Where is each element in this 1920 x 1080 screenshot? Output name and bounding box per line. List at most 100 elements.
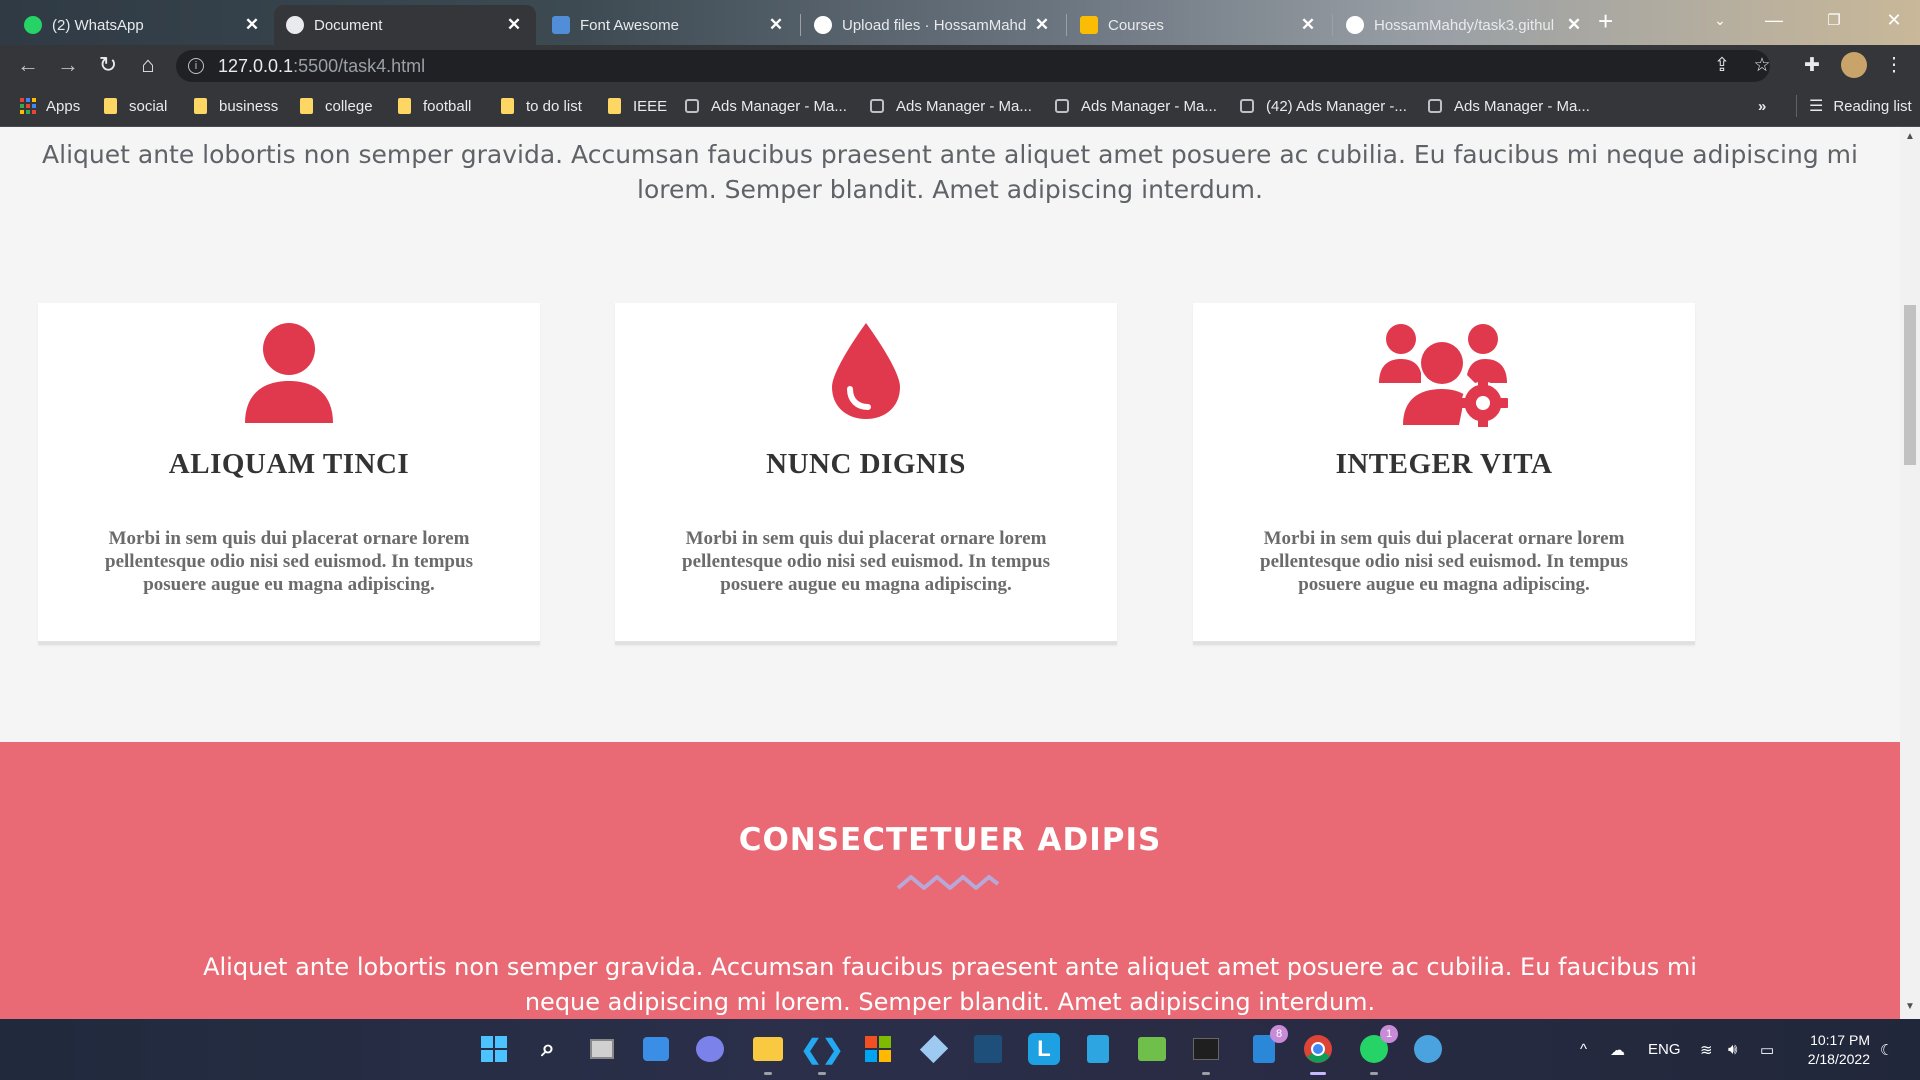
share-icon[interactable]: ⇪ (1702, 45, 1742, 85)
page-scrollbar[interactable]: ▲ ▼ (1900, 127, 1920, 1019)
sql-tool-icon[interactable] (972, 1033, 1004, 1065)
battery-icon[interactable]: ▭ (1760, 1019, 1774, 1080)
teams-chat-icon[interactable] (694, 1033, 726, 1065)
bookmark-apps[interactable]: Apps (20, 95, 80, 117)
github-icon (814, 16, 832, 34)
tab-whatsapp[interactable]: (2) WhatsApp ✕ (12, 5, 274, 45)
notepad-icon[interactable] (1082, 1033, 1114, 1065)
bookmark-label: Ads Manager - Ma... (711, 97, 847, 115)
control-panel-icon[interactable] (1412, 1033, 1444, 1065)
chrome-icon[interactable] (1302, 1033, 1334, 1075)
forward-icon[interactable]: → (48, 45, 88, 85)
3d-box-icon[interactable] (918, 1033, 950, 1065)
close-window-icon[interactable]: ✕ (1864, 0, 1920, 40)
scroll-down-icon[interactable]: ▼ (1900, 1001, 1920, 1017)
bookmark-label: football (423, 97, 472, 115)
clock[interactable]: 10:17 PM 2/18/2022 (1808, 1031, 1870, 1069)
bookmark-ads-manager-5[interactable]: Ads Manager - Ma... (1428, 95, 1590, 117)
volume-icon[interactable]: 🔊︎ (1728, 1019, 1737, 1080)
windows-taskbar: ⌕ ❮❯ L 8 1 ^ ☁ ENG ≋ 🔊︎ ▭ 10:17 PM 2/18/… (0, 1019, 1920, 1080)
restore-icon[interactable]: ❐ (1804, 0, 1864, 40)
scroll-up-icon[interactable]: ▲ (1900, 131, 1920, 147)
bookmark-ads-manager-1[interactable]: Ads Manager - Ma... (685, 95, 847, 117)
folder-icon (104, 98, 117, 114)
tab-courses[interactable]: Courses ✕ (1068, 5, 1330, 45)
onedrive-icon[interactable]: ☁ (1610, 1019, 1625, 1080)
tab-close-icon[interactable]: ✕ (1298, 15, 1318, 35)
site-info-icon[interactable]: i (188, 58, 204, 74)
tab-close-icon[interactable]: ✕ (1564, 15, 1584, 35)
bookmark-folder-ieee[interactable]: IEEE (608, 95, 667, 117)
bookmark-folder-football[interactable]: football (398, 95, 471, 117)
bookmark-star-icon[interactable]: ☆ (1742, 45, 1782, 85)
whiteboard-icon[interactable] (1136, 1033, 1168, 1065)
tab-font-awesome[interactable]: Font Awesome ✕ (540, 5, 798, 45)
tab-task3-repo[interactable]: HossamMahdy/task3.githul ✕ (1334, 5, 1596, 45)
wave-divider-icon (896, 875, 1000, 890)
bookmark-label: business (219, 97, 279, 115)
tab-close-icon[interactable]: ✕ (766, 15, 786, 35)
search-icon[interactable]: ⌕ (532, 1033, 564, 1065)
clock-time: 10:17 PM (1810, 1032, 1870, 1048)
bookmark-folder-business[interactable]: business (194, 95, 278, 117)
notifications-icon[interactable]: ☾ (1880, 1019, 1893, 1080)
droplet-icon (615, 321, 1117, 431)
home-icon[interactable]: ⌂ (128, 45, 168, 85)
folder-icon (398, 98, 411, 114)
address-bar[interactable]: i 127.0.0.1:5500/task4.html (176, 50, 1770, 82)
browser-tab-bar: (2) WhatsApp ✕ Document ✕ Font Awesome ✕… (0, 0, 1920, 45)
tab-separator (800, 14, 801, 36)
bookmark-folder-college[interactable]: college (300, 95, 373, 117)
ads-manager-icon (1428, 99, 1442, 113)
bookmark-ads-manager-4[interactable]: (42) Ads Manager -... (1240, 95, 1407, 117)
microsoft-store-icon[interactable] (862, 1033, 894, 1065)
task-view-icon[interactable] (586, 1033, 618, 1065)
tab-title: Font Awesome (580, 16, 679, 34)
minimize-icon[interactable]: — (1744, 0, 1804, 40)
more-bookmarks-button[interactable]: » (1758, 95, 1766, 117)
github-icon (1346, 16, 1364, 34)
bookmark-ads-manager-3[interactable]: Ads Manager - Ma... (1055, 95, 1217, 117)
tab-close-icon[interactable]: ✕ (242, 15, 262, 35)
vscode-icon[interactable]: ❮❯ (800, 1033, 844, 1075)
extensions-icon[interactable]: ✚ (1792, 45, 1832, 85)
back-icon[interactable]: ← (8, 45, 48, 85)
reading-list-icon: ☰ (1809, 98, 1824, 115)
bookmarks-bar: Apps social business college football to… (0, 85, 1920, 127)
tab-close-icon[interactable]: ✕ (504, 15, 524, 35)
file-explorer-icon[interactable] (752, 1033, 784, 1075)
new-tab-button[interactable]: + (1598, 6, 1613, 37)
tab-separator (1066, 14, 1067, 36)
bookmark-label: Ads Manager - Ma... (896, 97, 1032, 115)
card-title: NUNC DIGNIS (766, 448, 966, 480)
bookmark-ads-manager-2[interactable]: Ads Manager - Ma... (870, 95, 1032, 117)
reading-list-button[interactable]: ☰ Reading list (1796, 95, 1912, 117)
tab-separator (1332, 14, 1333, 36)
language-indicator[interactable]: ENG (1648, 1019, 1681, 1080)
start-icon[interactable] (478, 1033, 510, 1065)
tab-document[interactable]: Document ✕ (274, 5, 536, 45)
bookmark-folder-todo[interactable]: to do list (501, 95, 582, 117)
reload-icon[interactable]: ↻ (88, 45, 128, 85)
widgets-icon[interactable] (640, 1033, 672, 1065)
classroom-icon (1080, 16, 1098, 34)
bookmark-label: to do list (526, 97, 582, 115)
files-app-icon[interactable]: 8 (1248, 1025, 1288, 1065)
tab-close-icon[interactable]: ✕ (1032, 15, 1052, 35)
wifi-icon[interactable]: ≋ (1700, 1019, 1713, 1080)
profile-avatar[interactable] (1834, 45, 1874, 85)
section-banner: CONSECTETUER ADIPIS Aliquet ante loborti… (0, 742, 1900, 1019)
users-gear-icon (1193, 321, 1695, 431)
scroll-thumb[interactable] (1904, 305, 1916, 465)
task-manager-icon[interactable] (1190, 1033, 1222, 1075)
show-hidden-icons[interactable]: ^ (1580, 1019, 1587, 1080)
bookmark-folder-social[interactable]: social (104, 95, 167, 117)
clock-date: 2/18/2022 (1807, 1051, 1870, 1067)
menu-icon[interactable]: ⋮ (1874, 45, 1914, 85)
whatsapp-taskbar-icon[interactable]: 1 (1358, 1025, 1398, 1075)
bookmark-label: college (325, 97, 373, 115)
l-app-icon[interactable]: L (1028, 1033, 1060, 1065)
folder-icon (194, 98, 207, 114)
tab-upload-files[interactable]: Upload files · HossamMahd ✕ (802, 5, 1064, 45)
tab-search-icon[interactable]: ⌄ (1690, 0, 1750, 40)
